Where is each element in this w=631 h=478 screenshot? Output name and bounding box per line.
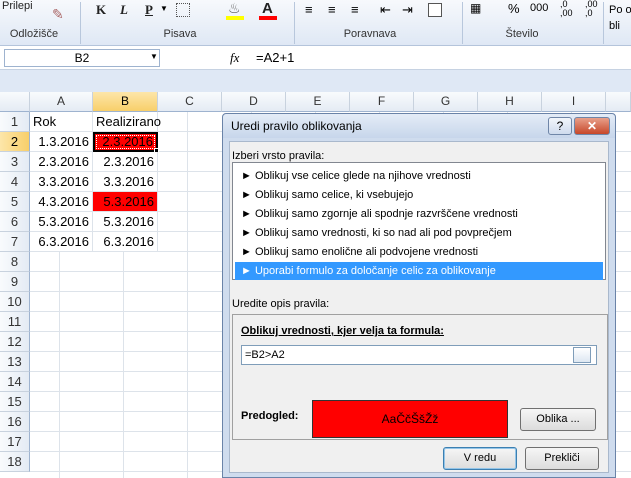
dialog-body: Izberi vrsto pravila: ► Oblikuj vse celi…: [229, 141, 609, 473]
row-header[interactable]: 11: [0, 312, 30, 332]
format-preview: AaČčŠšŽž: [312, 400, 508, 438]
borders-icon[interactable]: [176, 3, 190, 17]
fx-icon[interactable]: fx: [230, 50, 239, 66]
row-header[interactable]: 8: [0, 252, 30, 272]
column-header-h[interactable]: H: [478, 92, 542, 112]
row-header[interactable]: 10: [0, 292, 30, 312]
thousands-button[interactable]: 000: [530, 2, 548, 14]
list-item[interactable]: ► Oblikuj samo vrednosti, ki so nad ali …: [235, 224, 603, 242]
preview-label: Predogled:: [241, 410, 299, 422]
merge-icon[interactable]: [428, 3, 442, 17]
range-select-icon[interactable]: [573, 347, 591, 363]
ribbon: Prilepi ✎ Odložišče K L P ▼ ♨ A Pisava ≡…: [0, 0, 631, 46]
font-group-label: Pisava: [163, 28, 197, 40]
column-header-g[interactable]: G: [414, 92, 478, 112]
row-header[interactable]: 13: [0, 352, 30, 372]
row-header[interactable]: 6: [0, 212, 30, 232]
decrease-indent-icon[interactable]: ⇤: [380, 2, 391, 18]
column-header-e[interactable]: E: [286, 92, 350, 112]
percent-button[interactable]: %: [508, 1, 520, 16]
cell-b1[interactable]: Realizirano: [93, 112, 161, 132]
rule-type-label: Izberi vrsto pravila:: [232, 150, 325, 162]
font-color-bar: [259, 16, 277, 20]
chevron-down-icon[interactable]: ▼: [160, 4, 168, 13]
chevron-down-icon[interactable]: ▼: [150, 52, 158, 61]
rule-type-list[interactable]: ► Oblikuj vse celice glede na njihove vr…: [232, 162, 606, 280]
fill-color-icon[interactable]: ♨: [228, 0, 241, 17]
clipboard-group-label: Odložišče: [9, 28, 59, 40]
row-header[interactable]: 15: [0, 392, 30, 412]
column-header-blank: [606, 92, 631, 112]
list-item[interactable]: ► Oblikuj vse celice glede na njihove vr…: [235, 167, 603, 185]
align-left-icon[interactable]: ≡: [305, 2, 313, 17]
format-button[interactable]: Oblika ...: [520, 408, 596, 431]
format-painter-icon[interactable]: ✎: [52, 6, 68, 22]
cell-a6[interactable]: 5.3.2016: [30, 212, 93, 232]
font-color-button[interactable]: A: [262, 0, 273, 17]
column-header-f[interactable]: F: [350, 92, 414, 112]
formula-input[interactable]: =A2+1: [256, 50, 294, 65]
cell-b7[interactable]: 6.3.2016: [93, 232, 158, 252]
row-header[interactable]: 3: [0, 152, 30, 172]
column-header-a[interactable]: A: [30, 92, 93, 112]
cell-a1[interactable]: Rok: [30, 112, 93, 132]
align-center-icon[interactable]: ≡: [328, 2, 336, 17]
row-header[interactable]: 14: [0, 372, 30, 392]
currency-icon[interactable]: ▦: [470, 1, 481, 15]
select-all-corner[interactable]: [0, 92, 30, 112]
cell-b4[interactable]: 3.3.2016: [93, 172, 158, 192]
paste-label: Prilepi: [2, 0, 33, 12]
row-header[interactable]: 2: [0, 132, 30, 152]
column-header-i[interactable]: I: [542, 92, 606, 112]
desc-label: Uredite opis pravila:: [232, 298, 330, 310]
list-item[interactable]: ► Oblikuj samo enolične ali podvojene vr…: [235, 243, 603, 261]
formula-label: Oblikuj vrednosti, kjer velja ta formula…: [241, 325, 444, 337]
list-item[interactable]: ► Oblikuj samo celice, ki vsebujejo: [235, 186, 603, 204]
increase-decimal-icon[interactable]: ,0,00: [560, 0, 573, 18]
row-header[interactable]: 16: [0, 412, 30, 432]
column-header-c[interactable]: C: [158, 92, 222, 112]
edit-rule-dialog: Uredi pravilo oblikovanja ? ✕ Izberi vrs…: [222, 113, 616, 478]
column-header-d[interactable]: D: [222, 92, 286, 112]
increase-indent-icon[interactable]: ⇥: [402, 2, 413, 18]
column-header-b[interactable]: B: [93, 92, 158, 112]
help-button[interactable]: ?: [548, 117, 572, 135]
decrease-decimal-icon[interactable]: ,00,0: [585, 0, 598, 18]
cell-a4[interactable]: 3.3.2016: [30, 172, 93, 192]
row-header[interactable]: 12: [0, 332, 30, 352]
italic-button[interactable]: L: [120, 2, 128, 18]
paste-button[interactable]: Prilepi: [2, 0, 46, 26]
row-header[interactable]: 18: [0, 452, 30, 472]
cell-a2[interactable]: 1.3.2016: [30, 132, 93, 152]
cell-b3[interactable]: 2.3.2016: [93, 152, 158, 172]
cancel-button[interactable]: Prekliči: [525, 447, 599, 470]
name-box[interactable]: B2: [4, 49, 160, 67]
toolbar-gap: [0, 70, 631, 92]
fill-color-bar: [226, 16, 244, 20]
cell-a3[interactable]: 2.3.2016: [30, 152, 93, 172]
cell-a5[interactable]: 4.3.2016: [30, 192, 93, 212]
alignment-group-label: Poravnava: [343, 28, 397, 40]
formula-input[interactable]: =B2>A2: [241, 345, 597, 365]
row-header[interactable]: 5: [0, 192, 30, 212]
cell-b6[interactable]: 5.3.2016: [93, 212, 158, 232]
row-header[interactable]: 4: [0, 172, 30, 192]
list-item[interactable]: ► Oblikuj samo zgornje ali spodnje razvr…: [235, 205, 603, 223]
cell-a7[interactable]: 6.3.2016: [30, 232, 93, 252]
styles-group-partial[interactable]: Po obli: [609, 2, 631, 34]
cell-b5[interactable]: 5.3.2016: [93, 192, 158, 212]
row-header[interactable]: 7: [0, 232, 30, 252]
align-right-icon[interactable]: ≡: [351, 2, 359, 17]
bold-button[interactable]: K: [96, 2, 106, 18]
underline-button[interactable]: P: [145, 2, 153, 18]
number-group-label: Število: [505, 28, 539, 40]
cell-b2[interactable]: 2.3.2016: [93, 132, 158, 152]
close-button[interactable]: ✕: [574, 117, 610, 135]
row-header[interactable]: 17: [0, 432, 30, 452]
row-header[interactable]: 1: [0, 112, 30, 132]
list-item-selected[interactable]: ► Uporabi formulo za določanje celic za …: [235, 262, 603, 280]
row-header[interactable]: 9: [0, 272, 30, 292]
close-icon: ✕: [586, 119, 598, 133]
ok-button[interactable]: V redu: [443, 447, 517, 470]
